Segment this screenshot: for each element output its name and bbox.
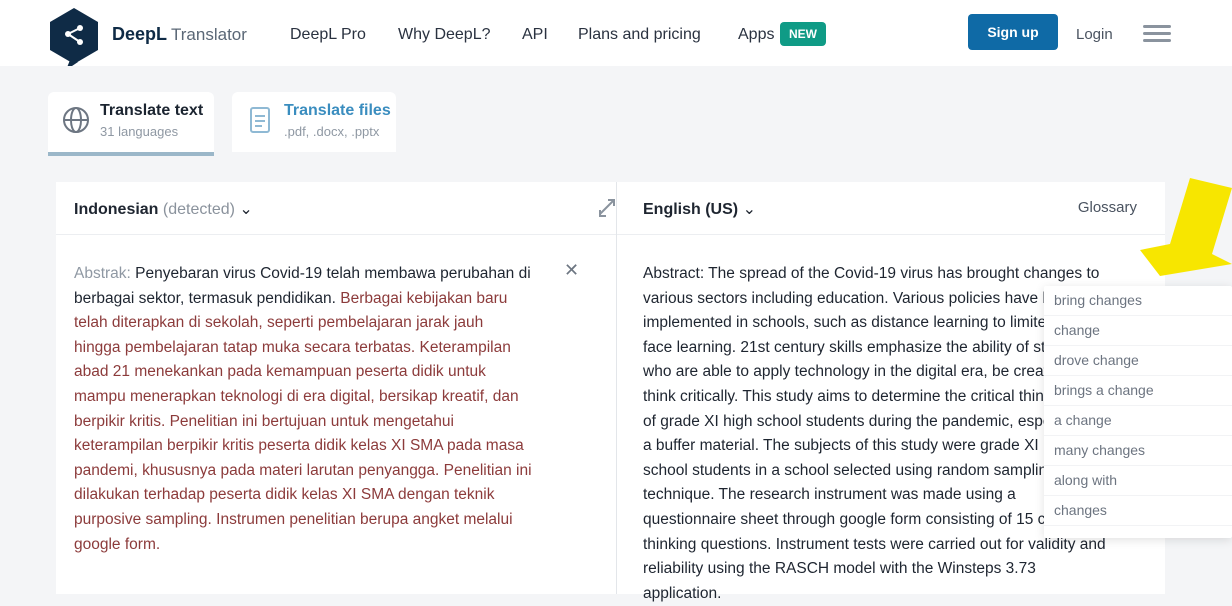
target-language-select[interactable]: English (US) ⌄ — [643, 199, 756, 219]
brand-subtitle: Translator — [171, 25, 247, 44]
alternative-item[interactable]: along with — [1044, 466, 1232, 496]
source-abstract-label: Abstrak: — [74, 265, 131, 282]
source-panel: Indonesian (detected) ⌄ Abstrak: Penyeba… — [56, 182, 617, 594]
new-badge: NEW — [780, 22, 826, 46]
nav-deepl-pro[interactable]: DeepL Pro — [290, 26, 366, 44]
deepl-logo-icon[interactable] — [44, 6, 104, 66]
signup-button[interactable]: Sign up — [968, 14, 1058, 50]
arrow-pointer-icon — [1140, 178, 1232, 276]
alternatives-dropdown: bring changes change drove change brings… — [1044, 286, 1232, 538]
target-textarea[interactable]: Abstract: The spread of the Covid-19 vir… — [643, 262, 1113, 606]
brand-title: DeepL — [112, 24, 168, 44]
nav-apps[interactable]: Apps — [738, 26, 774, 44]
alternative-item[interactable]: changes — [1044, 496, 1232, 526]
alternative-item[interactable]: change — [1044, 316, 1232, 346]
login-link[interactable]: Login — [1076, 26, 1113, 43]
alternative-item[interactable]: brings a change — [1044, 376, 1232, 406]
chevron-down-icon: ⌄ — [742, 201, 756, 218]
globe-icon — [63, 107, 89, 133]
nav-plans-pricing[interactable]: Plans and pricing — [578, 26, 701, 44]
glossary-button[interactable]: Glossary — [1078, 199, 1137, 216]
detected-label: (detected) — [162, 201, 235, 218]
tab-translate-text[interactable]: Translate text 31 languages — [48, 92, 214, 156]
alternative-item[interactable]: drove change — [1044, 346, 1232, 376]
nav-api[interactable]: API — [522, 26, 548, 44]
alternative-item[interactable]: a change — [1044, 406, 1232, 436]
alternative-item[interactable]: bring changes — [1044, 286, 1232, 316]
chevron-down-icon: ⌄ — [239, 201, 253, 218]
hamburger-menu-icon[interactable] — [1143, 21, 1171, 47]
tab-title: Translate text — [100, 102, 204, 119]
tab-subtitle: 31 languages — [100, 124, 179, 139]
brand-name[interactable]: DeepL Translator — [112, 24, 247, 45]
document-icon — [250, 107, 270, 133]
tab-subtitle: .pdf, .docx, .pptx — [284, 124, 380, 139]
source-textarea[interactable]: Abstrak: Penyebaran virus Covid-19 telah… — [74, 262, 534, 557]
top-navbar: DeepL Translator DeepL Pro Why DeepL? API… — [0, 0, 1232, 66]
tab-translate-files[interactable]: Translate files .pdf, .docx, .pptx — [232, 92, 396, 152]
source-language-bar: Indonesian (detected) ⌄ — [56, 182, 616, 235]
alternative-item[interactable]: many changes — [1044, 436, 1232, 466]
source-language-name: Indonesian — [74, 201, 159, 218]
target-language-bar: English (US) ⌄ Glossary — [617, 182, 1165, 235]
source-language-select[interactable]: Indonesian (detected) ⌄ — [74, 199, 253, 219]
nav-why-deepl[interactable]: Why DeepL? — [398, 26, 491, 44]
close-icon[interactable]: ✕ — [564, 260, 579, 281]
source-text-highlighted: Berbagai kebijakan baru telah diterapkan… — [74, 289, 532, 553]
tab-title: Translate files — [284, 102, 391, 119]
target-language-name: English (US) — [643, 201, 739, 218]
